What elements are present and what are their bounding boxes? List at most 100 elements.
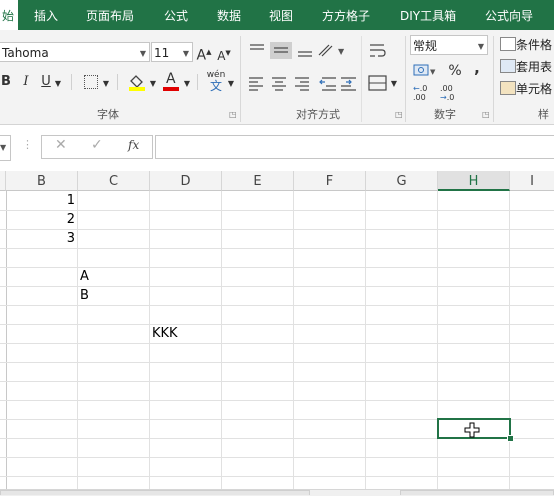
group-separator <box>493 36 494 122</box>
cell-cursor-icon <box>464 422 480 438</box>
cell-b2[interactable]: 2 <box>6 210 75 229</box>
formula-bar: ▼ ⋮ ✕ ✓ fx <box>0 125 554 171</box>
merge-center-icon[interactable] <box>368 74 388 92</box>
tab-formulas[interactable]: 公式 <box>164 0 188 30</box>
formula-buttons: ✕ ✓ fx <box>41 135 153 159</box>
format-as-table-button[interactable]: 套用表 <box>500 58 554 76</box>
percent-button[interactable]: % <box>446 61 464 81</box>
font-name-select[interactable]: Tahoma ▼ <box>0 42 150 62</box>
cell-c5[interactable]: A <box>80 267 89 286</box>
column-header-h[interactable]: H <box>438 171 510 191</box>
tab-formula-wizard[interactable]: 公式向导 <box>485 0 533 30</box>
increase-decimal-button[interactable]: ←.0.00 <box>413 84 435 106</box>
orientation-button[interactable] <box>316 40 346 60</box>
align-center-button[interactable] <box>270 74 290 94</box>
paint-bucket-icon <box>129 75 145 91</box>
column-header-i[interactable]: I <box>510 171 554 191</box>
tab-diy-toolbox[interactable]: DIY工具箱 <box>400 0 456 30</box>
dialog-launcher-icon[interactable]: ◳ <box>482 110 490 119</box>
chevron-down-icon[interactable]: ▼ <box>101 74 111 94</box>
horizontal-scrollbar[interactable] <box>400 490 554 495</box>
svg-text:▼: ▼ <box>430 68 436 76</box>
gridline <box>0 248 554 249</box>
align-middle-button[interactable] <box>270 40 292 60</box>
formula-bar-grip-icon: ⋮ <box>22 138 33 151</box>
font-size-value: 11 <box>154 46 170 60</box>
gridline <box>0 343 554 344</box>
gridline <box>0 476 554 477</box>
accounting-format-button[interactable]: ▼ <box>413 62 437 80</box>
cell-c6[interactable]: B <box>80 286 89 305</box>
number-format-select[interactable]: 常规 ▼ <box>410 35 488 55</box>
name-box-dropdown[interactable]: ▼ <box>0 135 11 161</box>
italic-button[interactable]: I <box>20 72 32 92</box>
gridline <box>0 400 554 401</box>
comma-button[interactable]: , <box>470 58 484 78</box>
column-header-f[interactable]: F <box>294 171 366 191</box>
grow-font-button[interactable]: A▲ <box>196 42 212 66</box>
ribbon-tab-bar: 始 插入 页面布局 公式 数据 视图 方方格子 DIY工具箱 公式向导 <box>0 0 554 30</box>
insert-function-icon[interactable]: fx <box>128 138 139 152</box>
column-header-e[interactable]: E <box>222 171 294 191</box>
align-top-button[interactable] <box>246 40 268 60</box>
font-size-select[interactable]: 11 ▼ <box>151 42 193 62</box>
cell-b1[interactable]: 1 <box>6 191 75 210</box>
column-header-b[interactable]: B <box>6 171 78 191</box>
enter-icon[interactable]: ✓ <box>91 137 103 153</box>
number-group-label: 数字 <box>434 108 456 121</box>
tab-insert[interactable]: 插入 <box>34 0 58 30</box>
number-format-value: 常规 <box>413 39 438 53</box>
conditional-formatting-button[interactable]: 条件格 <box>500 36 554 54</box>
chevron-down-icon[interactable]: ▼ <box>53 74 63 94</box>
cell-styles-button[interactable]: 单元格 <box>500 80 554 98</box>
border-icon[interactable] <box>84 75 98 89</box>
gridline <box>0 210 554 211</box>
cell-b3[interactable]: 3 <box>6 229 75 248</box>
align-right-button[interactable] <box>293 74 313 94</box>
phonetic-icon: 文 <box>209 79 222 93</box>
tab-home[interactable]: 始 <box>0 0 18 30</box>
chevron-down-icon[interactable]: ▼ <box>226 74 236 94</box>
font-color-swatch <box>163 87 179 91</box>
fill-handle[interactable] <box>507 435 514 442</box>
column-header-c[interactable]: C <box>78 171 150 191</box>
font-color-button[interactable]: A <box>162 71 180 92</box>
tab-view[interactable]: 视图 <box>269 0 293 30</box>
sheet-tab-area[interactable] <box>0 490 310 495</box>
decrease-indent-button[interactable] <box>318 74 338 94</box>
styles-group-label: 样 <box>538 108 549 121</box>
underline-button[interactable]: U <box>40 72 52 92</box>
divider <box>71 74 72 90</box>
ribbon: Tahoma ▼ 11 ▼ A▲ A▼ B I U ▼ ▼ ▼ A ▼ wén … <box>0 30 554 125</box>
chevron-down-icon[interactable]: ▼ <box>182 74 192 94</box>
dialog-launcher-icon[interactable]: ◳ <box>229 110 237 119</box>
shrink-font-button[interactable]: A▼ <box>216 43 232 66</box>
phonetic-guide-button[interactable]: wén 文 <box>205 70 227 94</box>
conditional-format-icon <box>500 37 516 51</box>
wrap-text-icon[interactable] <box>368 42 388 60</box>
divider <box>197 74 198 90</box>
format-as-table-label: 套用表 <box>516 60 553 74</box>
divider <box>361 36 362 122</box>
align-left-button[interactable] <box>246 74 266 94</box>
dialog-launcher-icon[interactable]: ◳ <box>395 110 403 119</box>
align-bottom-button[interactable] <box>294 40 316 60</box>
cancel-icon[interactable]: ✕ <box>55 137 67 153</box>
tab-ffgz[interactable]: 方方格子 <box>322 0 370 30</box>
column-header-d[interactable]: D <box>150 171 222 191</box>
tab-page-layout[interactable]: 页面布局 <box>86 0 134 30</box>
column-header-g[interactable]: G <box>366 171 438 191</box>
grow-font-icon: A <box>196 47 207 64</box>
gridline <box>0 381 554 382</box>
increase-indent-button[interactable] <box>339 74 359 94</box>
formula-input[interactable] <box>155 135 554 159</box>
cell-d8[interactable]: KKK <box>152 324 178 343</box>
fill-color-button[interactable] <box>127 72 147 92</box>
chevron-down-icon[interactable]: ▼ <box>148 74 158 94</box>
bold-button[interactable]: B <box>0 72 12 92</box>
gridline <box>0 229 554 230</box>
gridline <box>0 457 554 458</box>
tab-data[interactable]: 数据 <box>217 0 241 30</box>
chevron-down-icon[interactable]: ▼ <box>389 74 399 94</box>
decrease-decimal-button[interactable]: .00 →.0 <box>440 84 462 106</box>
